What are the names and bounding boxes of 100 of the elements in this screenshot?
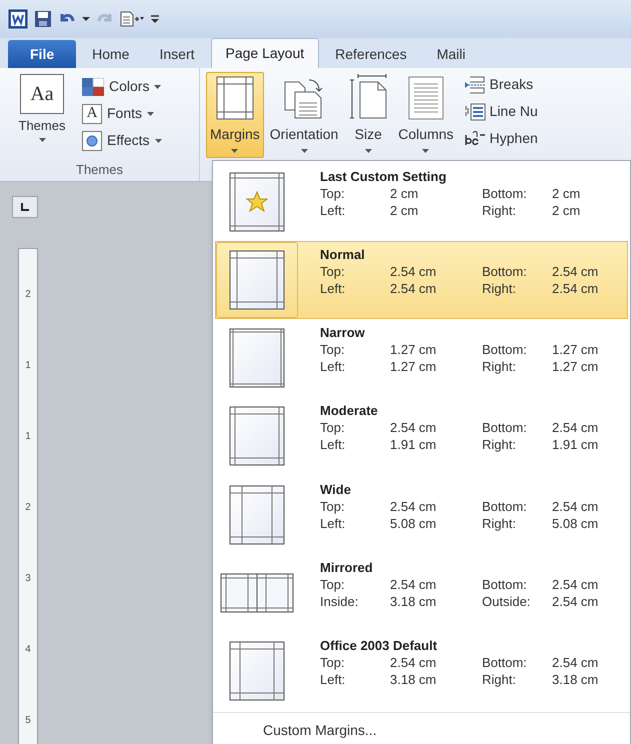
themes-icon: Aa [20, 74, 64, 114]
ribbon-button[interactable]: Columns [394, 72, 458, 158]
ribbon-tab[interactable]: File [8, 40, 76, 68]
color-swatch-icon [82, 78, 104, 96]
ribbon-button[interactable]: Margins [206, 72, 264, 158]
margin-value: 2.54 cm [552, 419, 598, 436]
margin-label: Top: [320, 263, 346, 280]
effects-icon [82, 130, 102, 150]
ruler-number: 1 [25, 432, 31, 442]
margin-value: 1.27 cm [390, 341, 438, 358]
font-icon: A [82, 104, 102, 124]
columns-icon [408, 76, 444, 120]
caret-icon [364, 149, 372, 153]
margin-value: 1.27 cm [552, 358, 598, 376]
margin-label: Right: [482, 358, 517, 376]
page-margins-icon [229, 328, 285, 388]
theme-option-button[interactable]: A Fonts [82, 103, 162, 124]
margin-value: 2.54 cm [390, 498, 438, 514]
caret-icon [231, 149, 238, 153]
margin-value: 2 cm [390, 185, 420, 202]
ribbon-tab[interactable]: Page Layout [210, 38, 320, 68]
margin-label: Top: [320, 341, 346, 358]
margin-label: Bottom: [482, 654, 528, 671]
page-margins-icon [229, 484, 285, 544]
ribbon-button[interactable]: Orientation [266, 72, 342, 158]
ribbon-tab[interactable]: Home [78, 40, 144, 68]
ribbon-tab[interactable]: Maili [422, 40, 480, 68]
ruler-number: 1 [25, 360, 31, 371]
margin-label: Top: [320, 498, 346, 514]
ribbon-tab[interactable]: Insert [145, 40, 208, 68]
margin-label: Right: [482, 514, 517, 532]
ribbon-small-button[interactable]: Breaks [464, 74, 538, 95]
margin-label: Right: [482, 436, 517, 454]
ribbon-small-button[interactable]: Line Nu [464, 101, 538, 122]
margin-value: 2.54 cm [390, 654, 438, 671]
margin-label: Bottom: [482, 419, 528, 436]
margin-label: Outside: [482, 592, 532, 610]
margin-preset-item[interactable]: Normal Top: 2.54 cm Bottom: 2.54 cm Left: 2.54 cm Right: 2.54 cm [215, 241, 628, 320]
ruler-number: 5 [25, 716, 31, 726]
margin-label: Top: [320, 576, 346, 593]
caret-icon[interactable] [82, 16, 90, 22]
margin-value: 5.08 cm [552, 514, 598, 532]
tab-stop-selector-icon[interactable] [12, 196, 38, 218]
margin-value: 2.54 cm [390, 576, 438, 593]
margin-label: Left: [320, 670, 346, 688]
margin-value: 2.54 cm [390, 280, 438, 298]
margin-value: 2 cm [552, 202, 580, 219]
margin-label: Left: [320, 436, 346, 454]
margin-label: Right: [482, 280, 517, 298]
preset-name: Mirrored [320, 558, 374, 576]
margin-value: 2 cm [552, 185, 580, 202]
margin-preset-item[interactable]: Last Custom Setting Top: 2 cm Bottom: 2 cm Left: 2 cm Right: 2 cm [215, 163, 628, 242]
margin-value: 2.54 cm [552, 280, 598, 298]
word-app-icon[interactable] [8, 9, 28, 29]
margin-preset-item[interactable]: Office 2003 Default Top: 2.54 cm Bottom: 2.54 cm Left: 3.18 cm Right: 3.18 cm [215, 632, 628, 710]
page-break-icon [464, 76, 486, 94]
margin-preset-item[interactable]: Wide Top: 2.54 cm Bottom: 2.54 cm Left: 5.08 cm Right: 5.08 cm [215, 476, 628, 554]
margin-value: 3.18 cm [552, 670, 598, 688]
save-icon[interactable] [34, 10, 52, 28]
margin-label: Right: [482, 670, 517, 688]
margin-value: 2.54 cm [390, 419, 438, 436]
margin-label: Bottom: [482, 498, 528, 514]
margin-label: Top: [320, 185, 346, 202]
margin-label: Bottom: [482, 576, 528, 593]
preset-name: Last Custom Setting [320, 168, 448, 185]
margin-label: Bottom: [482, 341, 528, 358]
page-margins-icon [216, 76, 254, 120]
margin-value: 2.54 cm [552, 576, 598, 593]
document-icon[interactable] [120, 11, 144, 27]
page-size-icon [348, 74, 388, 120]
customize-icon[interactable] [150, 14, 160, 24]
margin-label: Left: [320, 202, 346, 219]
button-label: Columns [398, 125, 454, 144]
preset-name: Wide [320, 480, 352, 498]
margin-value: 2 cm [390, 202, 420, 219]
ribbon-small-button[interactable]: Hyphen [464, 128, 538, 149]
margin-preset-item[interactable]: Narrow Top: 1.27 cm Bottom: 1.27 cm Left: 1.27 cm Right: 1.27 cm [215, 319, 628, 398]
margin-value: 2.54 cm [552, 592, 598, 610]
caret-icon [300, 149, 308, 153]
margin-value: 1.27 cm [390, 358, 438, 376]
custom-margins-menu-item[interactable]: Custom Margins... [263, 720, 377, 742]
preset-name: Office 2003 Default [320, 636, 438, 654]
ribbon-button[interactable]: Size [344, 72, 392, 158]
themes-button[interactable]: Aa Themes [2, 74, 82, 160]
theme-option-button[interactable]: Effects [82, 130, 162, 151]
margin-value: 5.08 cm [390, 514, 438, 532]
margin-label: Right: [482, 202, 517, 219]
margin-value: 3.18 cm [390, 670, 438, 688]
theme-option-button[interactable]: Colors [82, 76, 162, 97]
margin-label: Bottom: [482, 185, 528, 202]
page-margins-icon [229, 406, 285, 466]
margin-preset-item[interactable]: Moderate Top: 2.54 cm Bottom: 2.54 cm Left: 1.91 cm Right: 1.91 cm [215, 397, 628, 476]
margin-preset-item[interactable]: Mirrored Top: 2.54 cm Bottom: 2.54 cm Inside: 3.18 cm Outside: 2.54 cm [215, 554, 628, 632]
ribbon-tab[interactable]: References [321, 40, 421, 68]
margin-label: Inside: [320, 592, 360, 610]
ruler-number: 4 [25, 645, 31, 656]
ruler-number: 3 [25, 574, 31, 584]
margin-label: Top: [320, 654, 346, 671]
preset-name: Normal [320, 246, 366, 264]
preset-name: Moderate [320, 402, 379, 420]
